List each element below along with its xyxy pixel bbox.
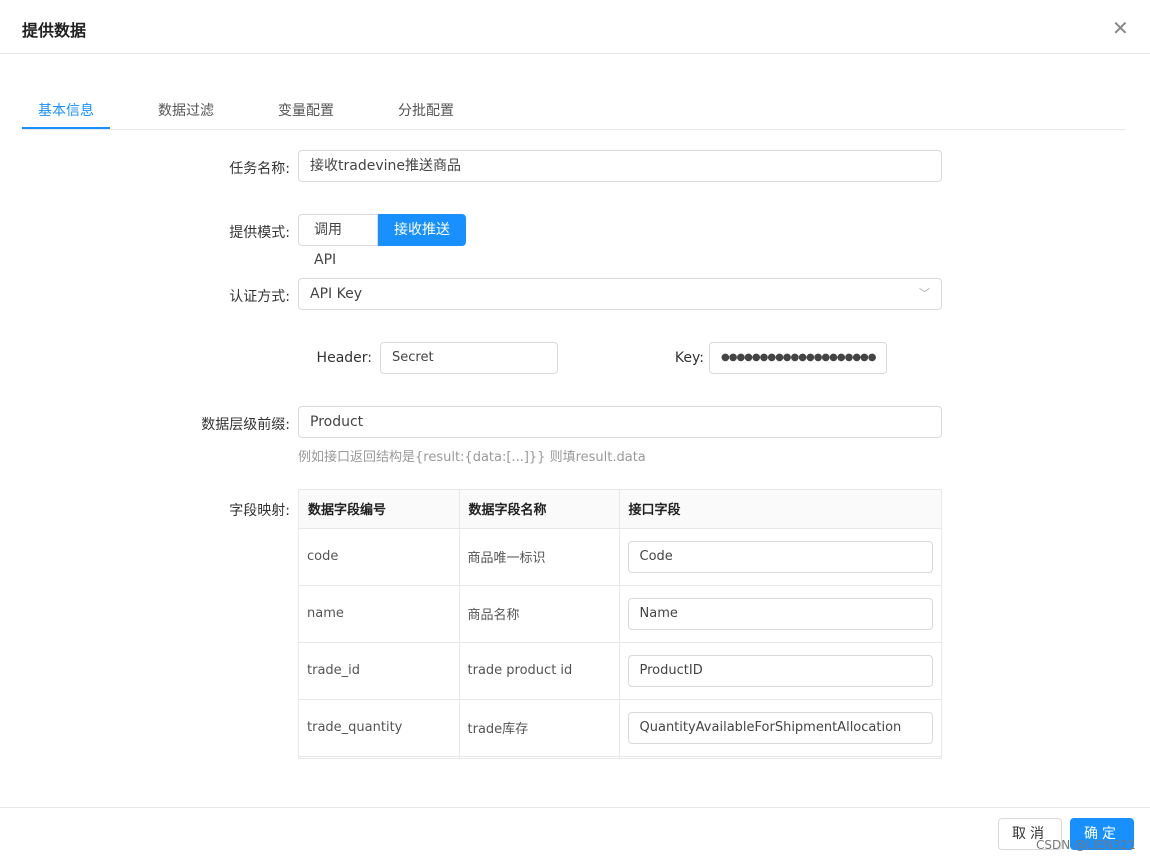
field-mapping-table: 数据字段编号 数据字段名称 接口字段 code 商品唯一标识 Code name… — [298, 489, 942, 759]
field-name: trade product id — [459, 642, 620, 700]
table-header-row: 数据字段编号 数据字段名称 接口字段 — [299, 490, 941, 529]
field-code: trade_id — [299, 642, 460, 700]
auth-select[interactable]: API Key ﹀ — [298, 278, 942, 310]
key-password-input[interactable]: ●●●●●●●●●●●●●●●●●●●● — [709, 342, 887, 374]
api-field-input[interactable]: QuantityAvailableForShipmentAllocation — [627, 711, 933, 744]
auth-select-value: API Key — [310, 286, 362, 302]
tab-variable-config[interactable]: 变量配置 — [278, 100, 334, 120]
tab-batch-config[interactable]: 分批配置 — [398, 100, 454, 120]
api-field-input[interactable]: ProductID — [627, 654, 933, 687]
table-row: code 商品唯一标识 Code — [299, 528, 941, 586]
mode-option-call-api[interactable]: 调用API — [298, 214, 378, 268]
column-header: 数据字段编号 — [299, 490, 460, 529]
watermark: CSDN @LIEN321 — [1036, 838, 1136, 852]
table-row: name 商品名称 Name — [299, 585, 941, 643]
column-header: 接口字段 — [619, 490, 941, 529]
auth-label: 认证方式: — [229, 289, 290, 305]
table-row — [299, 756, 941, 758]
field-name: 商品名称 — [459, 585, 620, 643]
api-field-input[interactable]: Name — [627, 597, 933, 630]
task-name-label: 任务名称: — [229, 161, 290, 177]
tab-data-filter[interactable]: 数据过滤 — [158, 100, 214, 120]
header-label: Header: — [316, 350, 372, 366]
header-input[interactable]: Secret — [380, 342, 558, 374]
task-name-input[interactable]: 接收tradevine推送商品 — [298, 150, 942, 182]
field-code: trade_quantity — [299, 699, 460, 757]
mode-label: 提供模式: — [229, 225, 290, 241]
key-label: Key: — [674, 350, 704, 366]
field-name: trade库存 — [459, 699, 620, 757]
dialog-footer — [0, 807, 1150, 808]
table-row: trade_quantity trade库存 QuantityAvailable… — [299, 699, 941, 757]
field-code: name — [299, 585, 460, 643]
tab-basic-info[interactable]: 基本信息 — [38, 100, 94, 120]
chevron-down-icon: ﹀ — [919, 287, 930, 300]
dialog-title: 提供数据 — [22, 21, 87, 40]
prefix-label: 数据层级前缀: — [201, 417, 290, 433]
field-code: code — [299, 528, 460, 586]
tab-bar: 基本信息 数据过滤 变量配置 分批配置 — [22, 90, 1126, 130]
active-tab-indicator — [22, 127, 110, 129]
mapping-label: 字段映射: — [229, 503, 290, 519]
api-field-input[interactable]: Code — [627, 540, 933, 573]
close-icon[interactable]: ✕ — [1112, 16, 1129, 40]
dialog-header: 提供数据 ✕ — [0, 0, 1150, 54]
column-header: 数据字段名称 — [459, 490, 620, 529]
field-name: 商品唯一标识 — [459, 528, 620, 586]
prefix-input[interactable]: Product — [298, 406, 942, 438]
prefix-help-text: 例如接口返回结构是{result:{data:[...]}} 则填result.… — [298, 450, 646, 465]
table-row: trade_id trade product id ProductID — [299, 642, 941, 700]
mode-option-receive-push[interactable]: 接收推送 — [378, 214, 466, 246]
